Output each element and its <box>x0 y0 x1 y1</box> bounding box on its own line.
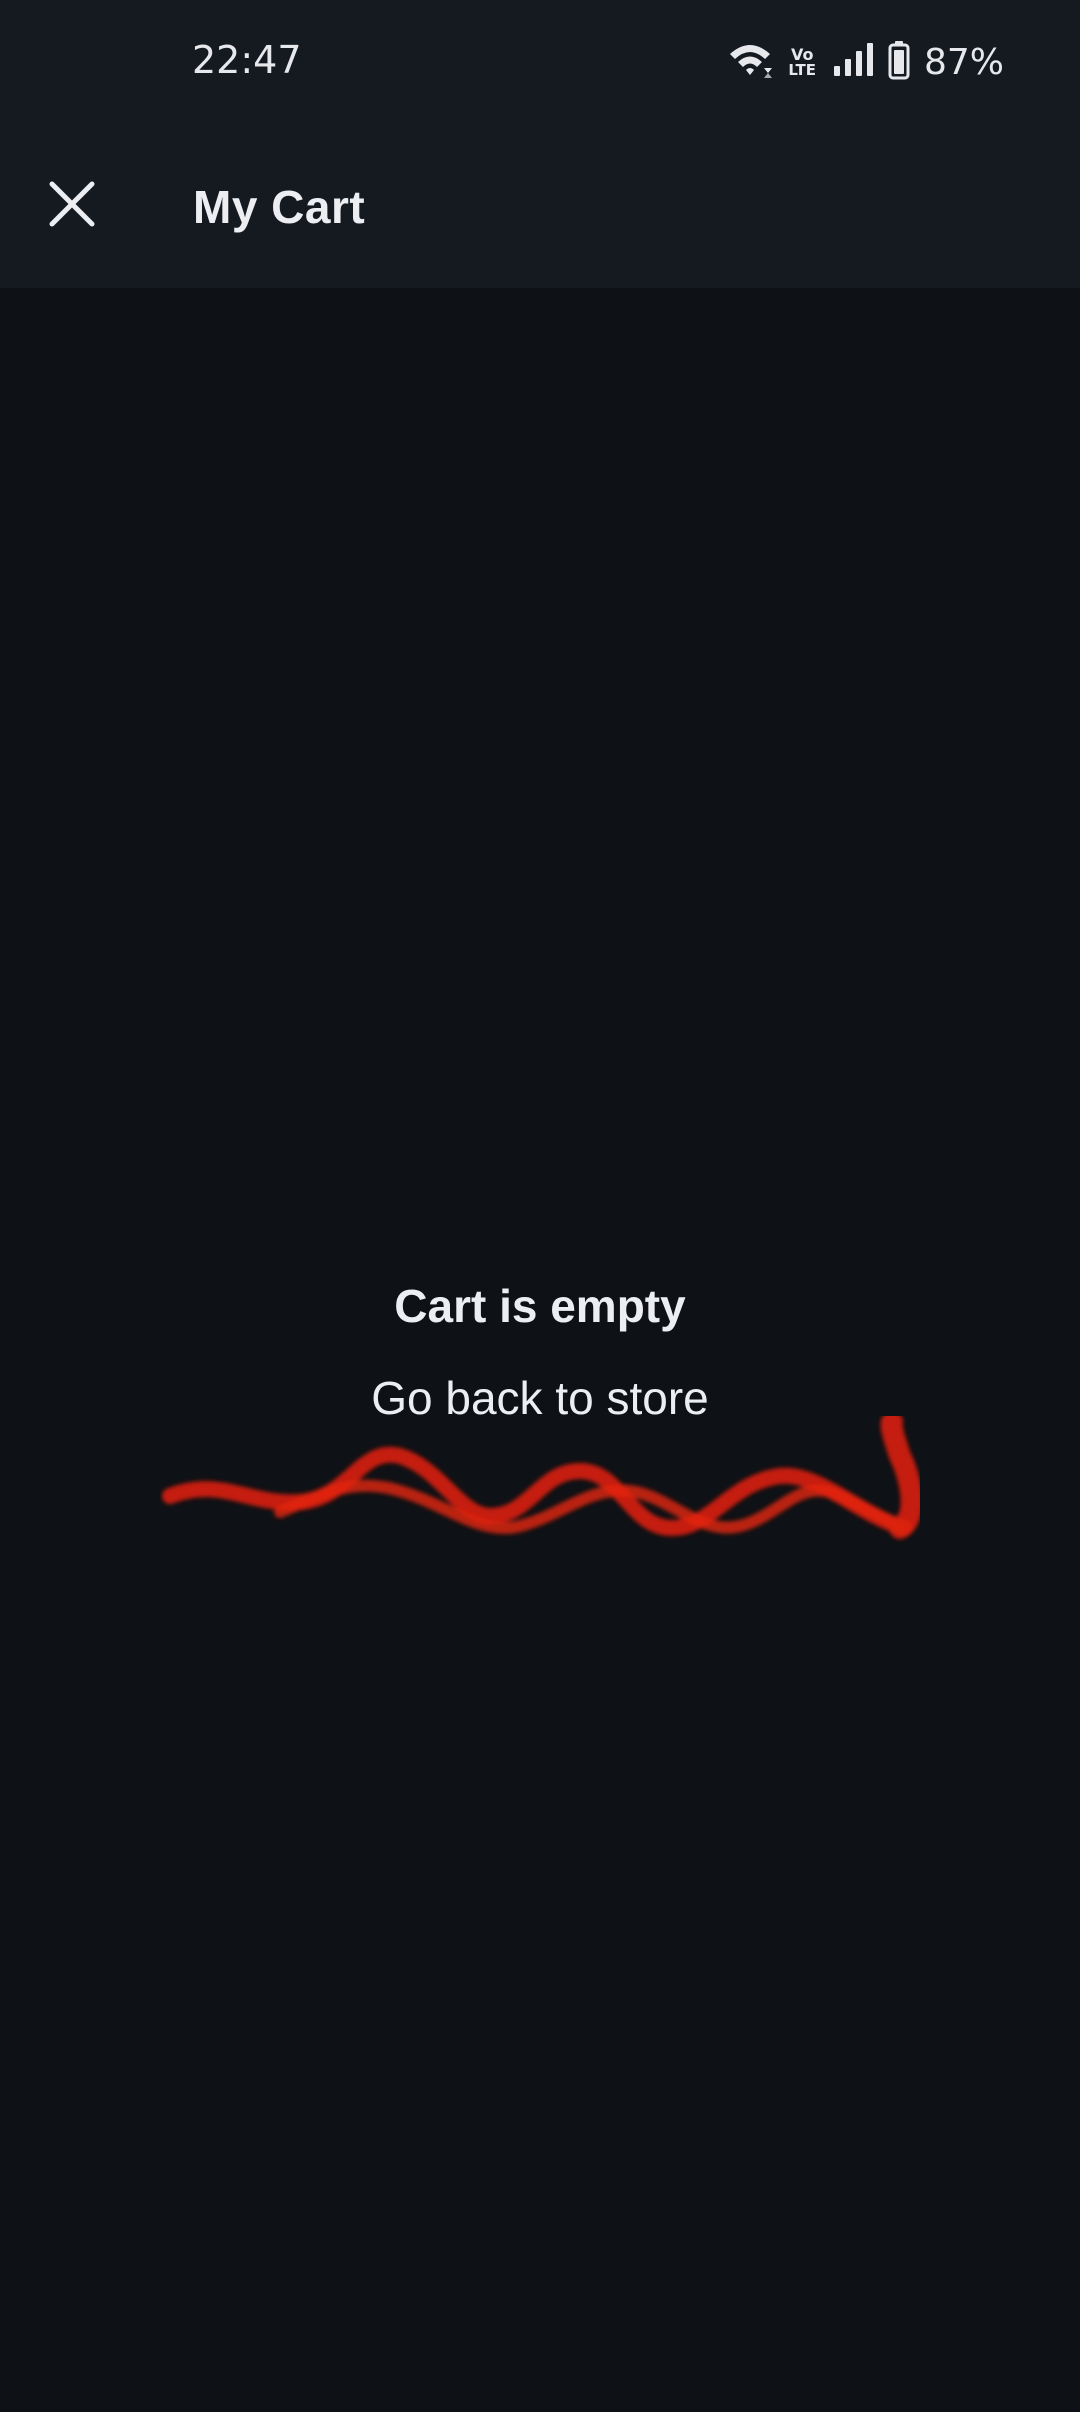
volte-bottom-label: LTE <box>788 60 816 79</box>
status-time: 22:47 <box>192 38 302 82</box>
signal-icon <box>832 42 876 83</box>
close-button[interactable] <box>36 170 108 242</box>
wifi-icon <box>728 40 773 85</box>
status-bar: 22:47 Vo LTE 87% <box>0 0 1080 124</box>
volte-icon: Vo LTE <box>788 46 816 79</box>
battery-icon <box>888 40 910 85</box>
empty-cart-title: Cart is empty <box>394 1280 686 1332</box>
red-scribble-annotation <box>162 1416 920 1539</box>
app-bar: My Cart <box>0 124 1080 288</box>
status-icons: Vo LTE 87% <box>728 38 1004 86</box>
cart-content: Cart is empty Go back to store <box>0 288 1080 2412</box>
close-icon <box>47 179 97 234</box>
battery-percent: 87% <box>923 41 1004 83</box>
page-title: My Cart <box>193 181 366 233</box>
